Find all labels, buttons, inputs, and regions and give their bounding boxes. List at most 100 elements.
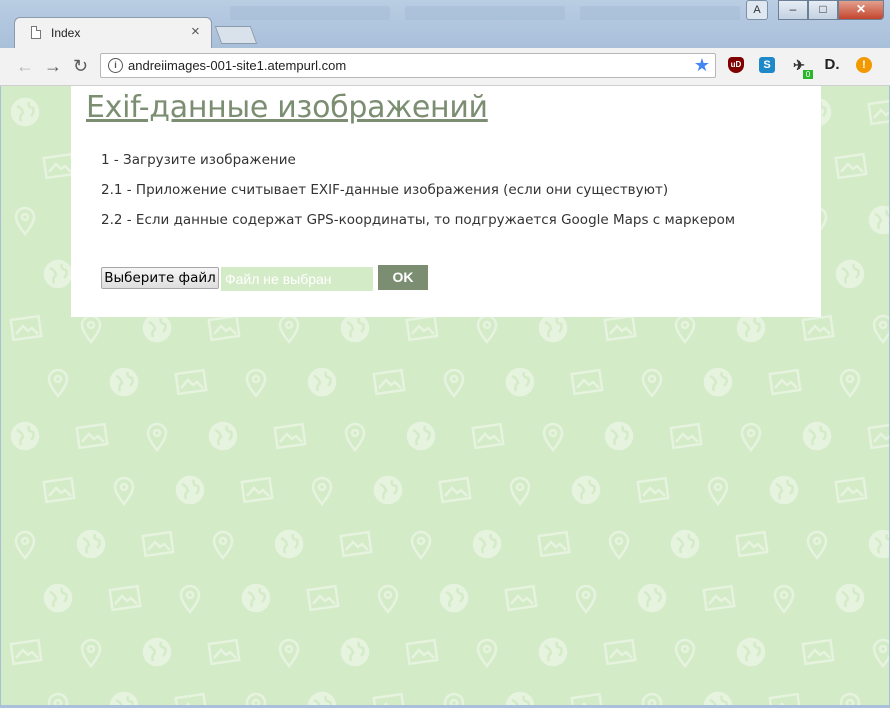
- map-pin-icon: [443, 368, 465, 399]
- photo-icon: [42, 152, 76, 180]
- globe-icon: [175, 475, 205, 505]
- photo-icon: [801, 314, 835, 342]
- globe-icon: [637, 583, 667, 613]
- photo-icon: [42, 476, 76, 504]
- map-pin-icon: [542, 422, 564, 453]
- url-text[interactable]: andreiimages-001-site1.atempurl.com: [128, 58, 346, 73]
- photo-icon: [702, 584, 736, 612]
- globe-icon: [736, 313, 766, 343]
- d-extension-icon[interactable]: D.: [822, 57, 842, 73]
- map-pin-icon: [674, 638, 696, 669]
- close-window-button[interactable]: ✕: [838, 0, 884, 20]
- globe-icon: [307, 367, 337, 397]
- warning-extension-icon[interactable]: !: [856, 57, 872, 73]
- ok-button[interactable]: OK: [378, 265, 428, 290]
- map-pin-icon: [80, 638, 102, 669]
- photo-icon: [504, 584, 538, 612]
- info-icon[interactable]: i: [108, 58, 123, 73]
- globe-icon: [10, 97, 40, 127]
- photo-icon: [240, 476, 274, 504]
- maximize-button[interactable]: □: [808, 0, 838, 20]
- extension-badge: 0: [803, 70, 813, 79]
- content-card: Exif-данные изображений 1 - Загрузите из…: [71, 86, 821, 317]
- globe-icon: [538, 313, 568, 343]
- map-pin-icon: [740, 422, 762, 453]
- map-pin-icon: [14, 530, 36, 561]
- globe-icon: [604, 421, 634, 451]
- photo-icon: [867, 98, 889, 126]
- globe-icon: [76, 529, 106, 559]
- photo-icon: [636, 476, 670, 504]
- photo-icon: [603, 638, 637, 666]
- photo-icon: [669, 422, 703, 450]
- map-pin-icon: [872, 638, 889, 669]
- step-google-maps: 2.2 - Если данные содержат GPS-координат…: [101, 212, 736, 228]
- photo-icon: [834, 152, 868, 180]
- background-tab[interactable]: [405, 6, 565, 20]
- map-pin-icon: [278, 638, 300, 669]
- photo-icon: [108, 584, 142, 612]
- globe-icon: [538, 637, 568, 667]
- forward-icon[interactable]: →: [44, 57, 62, 75]
- map-pin-icon: [344, 422, 366, 453]
- map-pin-icon: [839, 368, 861, 399]
- photo-icon: [471, 422, 505, 450]
- photo-icon: [735, 530, 769, 558]
- photo-icon: [768, 368, 802, 396]
- s-extension-icon[interactable]: S: [759, 57, 775, 73]
- choose-file-button[interactable]: Выберите файл: [101, 267, 219, 289]
- photo-icon: [207, 314, 241, 342]
- photo-icon: [372, 368, 406, 396]
- map-pin-icon: [476, 638, 498, 669]
- photo-icon: [9, 314, 43, 342]
- globe-icon: [835, 259, 865, 289]
- photo-icon: [141, 530, 175, 558]
- map-pin-icon: [212, 530, 234, 561]
- reload-icon[interactable]: ↻: [73, 57, 88, 75]
- globe-icon: [802, 421, 832, 451]
- photo-icon: [801, 638, 835, 666]
- profile-button[interactable]: A: [746, 0, 768, 20]
- map-pin-icon: [311, 476, 333, 507]
- ublock-extension-icon[interactable]: uD: [728, 57, 744, 73]
- map-pin-icon: [575, 584, 597, 615]
- globe-icon: [142, 313, 172, 343]
- window-controls: A – □ ✕: [746, 0, 884, 20]
- photo-icon: [207, 638, 241, 666]
- tab-close-icon[interactable]: ×: [191, 24, 200, 40]
- photo-icon: [570, 368, 604, 396]
- step-upload: 1 - Загрузите изображение: [101, 152, 296, 168]
- minimize-button[interactable]: –: [778, 0, 808, 20]
- photo-icon: [9, 638, 43, 666]
- photo-icon: [75, 422, 109, 450]
- globe-icon: [835, 583, 865, 613]
- map-pin-icon: [113, 476, 135, 507]
- bookmark-star-icon[interactable]: ★: [694, 55, 710, 76]
- new-tab-button[interactable]: [214, 26, 258, 44]
- photo-icon: [537, 530, 571, 558]
- globe-icon: [10, 421, 40, 451]
- tab-title: Index: [51, 26, 81, 40]
- background-tab[interactable]: [580, 6, 740, 20]
- photo-icon: [834, 476, 868, 504]
- photo-icon: [174, 368, 208, 396]
- globe-icon: [571, 475, 601, 505]
- map-pin-icon: [806, 530, 828, 561]
- address-bar[interactable]: i andreiimages-001-site1.atempurl.com ★: [100, 53, 716, 78]
- globe-icon: [406, 421, 436, 451]
- tab-index[interactable]: Index ×: [14, 17, 212, 48]
- map-pin-icon: [47, 368, 69, 399]
- photo-icon: [273, 422, 307, 450]
- background-tabs: [230, 2, 750, 22]
- map-pin-icon: [476, 314, 498, 345]
- map-pin-icon: [146, 422, 168, 453]
- map-pin-icon: [608, 530, 630, 561]
- map-pin-icon: [179, 584, 201, 615]
- map-pin-icon: [707, 476, 729, 507]
- globe-icon: [439, 583, 469, 613]
- background-tab[interactable]: [230, 6, 390, 20]
- page-title[interactable]: Exif-данные изображений: [86, 90, 488, 125]
- window-titlebar: A – □ ✕ Index ×: [0, 0, 890, 48]
- photo-icon: [603, 314, 637, 342]
- back-icon[interactable]: ←: [16, 57, 34, 75]
